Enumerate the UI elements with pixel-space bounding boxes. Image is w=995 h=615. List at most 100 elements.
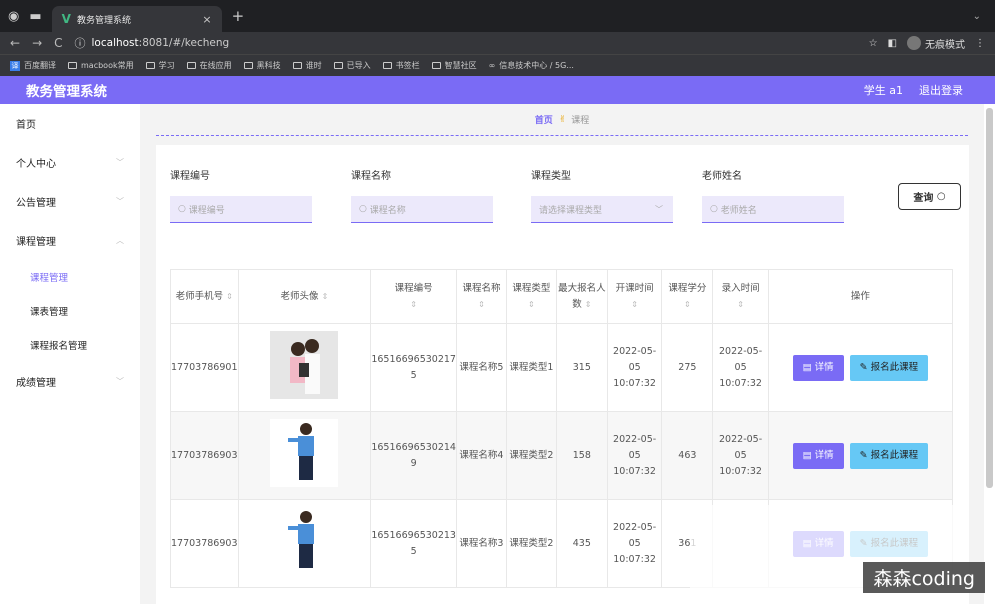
sort-icon: ⇕	[631, 299, 638, 309]
teacher-name-input[interactable]: ○ 老师姓名	[702, 196, 844, 223]
cell-entry: 2022-05-05 10:07:32	[712, 323, 769, 412]
field-label: 老师姓名	[702, 171, 742, 182]
column-header[interactable]: 最大报名人数 ⇕	[555, 269, 608, 324]
bookmark-item[interactable]: 谁时	[292, 60, 322, 71]
course-type-select[interactable]: 请选择课程类型 ﹀	[531, 196, 673, 223]
table-row: 17703786901 16516696530217 5 课程名称5 课程类型1…	[170, 323, 954, 412]
logout-button[interactable]: 退出登录	[919, 82, 963, 98]
chevron-up-icon: ︿	[116, 236, 124, 245]
bookmark-item[interactable]: 学习	[145, 60, 175, 71]
search-icon: ○	[936, 191, 946, 202]
column-header[interactable]: 录入时间 ⇕	[712, 269, 769, 324]
cell-start: 2022-05-05 10:07:32	[606, 411, 663, 500]
table-row: 17703786903 16516696530214 9 课程名称4 课程类型2…	[170, 411, 954, 500]
course-code-input[interactable]: ○ 课程编号	[170, 196, 312, 223]
column-header[interactable]: 课程编号 ⇕	[370, 269, 457, 324]
cell-start: 2022-05-05 10:07:32	[606, 323, 663, 412]
detail-button[interactable]: ▤ 详情	[792, 442, 844, 469]
tab-title: 教务管理系统	[76, 15, 131, 26]
current-user: 学生 a1	[863, 84, 903, 97]
address-bar: ← → C ⓘ localhost:8081/#/kecheng ☆ ◧ 无痕模…	[0, 32, 995, 54]
cell-max: 315	[555, 323, 608, 412]
cell-actions: ▤ 详情✎ 报名此课程	[767, 323, 954, 412]
chevron-down-icon: ﹀	[116, 158, 124, 167]
bookmark-item[interactable]: 智慧社区	[431, 60, 477, 71]
column-header[interactable]: 课程学分 ⇕	[661, 269, 714, 324]
sort-icon: ⇕	[737, 299, 744, 309]
teacher-name-group: 老师姓名 ○ 老师姓名	[702, 167, 844, 223]
detail-button[interactable]: ▤ 详情	[792, 354, 844, 381]
column-header[interactable]: 课程类型 ⇕	[505, 269, 557, 324]
query-button[interactable]: 查询 ○	[898, 183, 961, 210]
forward-icon[interactable]: →	[32, 36, 42, 50]
watermark: 森森coding	[863, 562, 985, 593]
column-header: 操作	[767, 269, 954, 324]
breadcrumb-current: 课程	[571, 116, 590, 126]
incognito-icon	[907, 36, 921, 50]
column-header[interactable]: 老师手机号 ⇕	[170, 269, 239, 324]
sidebar-item-home[interactable]: 首页	[0, 104, 140, 143]
bookmark-item[interactable]: 已导入	[333, 60, 371, 71]
vue-logo-icon: V	[61, 12, 71, 26]
teacher-avatar[interactable]	[270, 330, 339, 399]
sidebar-item-profile[interactable]: 个人中心 ﹀	[0, 143, 140, 182]
chevron-down-icon: ﹀	[116, 377, 124, 386]
field-label: 课程编号	[170, 171, 210, 182]
enroll-button[interactable]: ✎ 报名此课程	[849, 354, 929, 381]
column-header[interactable]: 开课时间 ⇕	[606, 269, 663, 324]
column-header[interactable]: 课程名称 ⇕	[455, 269, 507, 324]
folder-icon	[145, 62, 155, 69]
menu-icon[interactable]: ⋮	[975, 38, 985, 49]
sidebar-item-notice[interactable]: 公告管理 ﹀	[0, 182, 140, 221]
teacher-avatar[interactable]	[270, 506, 339, 575]
new-tab-icon[interactable]: +	[232, 7, 245, 25]
bookmark-item[interactable]: 在线应用	[186, 60, 232, 71]
sidepanel-icon[interactable]: ◧	[888, 38, 897, 49]
folder-icon	[292, 62, 302, 69]
column-header[interactable]: 老师头像 ⇕	[237, 269, 372, 324]
sort-icon: ⇕	[584, 299, 592, 309]
teacher-avatar[interactable]	[270, 418, 339, 487]
url-field[interactable]: localhost:8081/#/kecheng	[92, 37, 230, 49]
bookmark-item[interactable]: 译百度翻译	[10, 60, 56, 71]
cell-credit: 463	[661, 411, 714, 500]
sidebar-item-course-admin[interactable]: 课程管理 ︿	[0, 221, 140, 260]
cell-type: 课程类型2	[505, 411, 557, 500]
enroll-button[interactable]: ✎ 报名此课程	[849, 442, 929, 469]
sidebar-subitem-enroll[interactable]: 课程报名管理	[0, 328, 140, 362]
bookmark-item[interactable]: 黑科技	[243, 60, 281, 71]
sidebar-item-grades[interactable]: 成绩管理 ﹀	[0, 362, 140, 401]
hand-icon: ✌	[558, 114, 567, 125]
cell-name: 课程名称4	[455, 411, 507, 500]
chevron-down-icon: ﹀	[655, 204, 663, 214]
browser-tab[interactable]: V 教务管理系统 ×	[51, 6, 222, 32]
sort-icon: ⇕	[410, 299, 417, 309]
star-icon[interactable]: ☆	[869, 38, 878, 49]
tab-overview-icon[interactable]: ▬	[29, 9, 41, 24]
app-title: 教务管理系统	[26, 84, 107, 100]
back-icon[interactable]: ←	[10, 36, 20, 50]
sort-icon: ⇕	[478, 299, 485, 309]
course-type-group: 课程类型 请选择课程类型 ﹀	[531, 167, 673, 223]
cell-code: 16516696530213 5	[370, 499, 457, 588]
reload-icon[interactable]: C	[54, 36, 62, 50]
bookmark-item[interactable]: macbook常用	[68, 60, 134, 71]
cell-max: 435	[555, 499, 608, 588]
cell-code: 16516696530217 5	[370, 323, 457, 412]
document-icon: ▤	[802, 361, 812, 373]
cell-phone: 17703786901	[170, 323, 239, 412]
chevron-down-icon[interactable]: ⌄	[973, 11, 981, 22]
incognito-badge[interactable]: 无痕模式	[907, 36, 965, 51]
sort-icon: ⇕	[321, 291, 329, 301]
breadcrumb-home[interactable]: 首页	[535, 113, 553, 126]
cell-phone: 17703786903	[170, 411, 239, 500]
info-icon[interactable]: ⓘ	[75, 35, 86, 51]
bookmark-item[interactable]: 书签栏	[382, 60, 420, 71]
close-icon[interactable]: ×	[202, 13, 211, 26]
sidebar-subitem-schedule[interactable]: 课表管理	[0, 294, 140, 328]
sidebar-subitem-course[interactable]: 课程管理	[0, 260, 140, 294]
chevron-down-icon: ﹀	[116, 197, 124, 206]
course-name-input[interactable]: ○ 课程名称	[351, 196, 493, 223]
bookmark-item[interactable]: ∞ 信息技术中心 / 5G...	[489, 60, 574, 71]
scrollbar[interactable]	[986, 108, 993, 488]
